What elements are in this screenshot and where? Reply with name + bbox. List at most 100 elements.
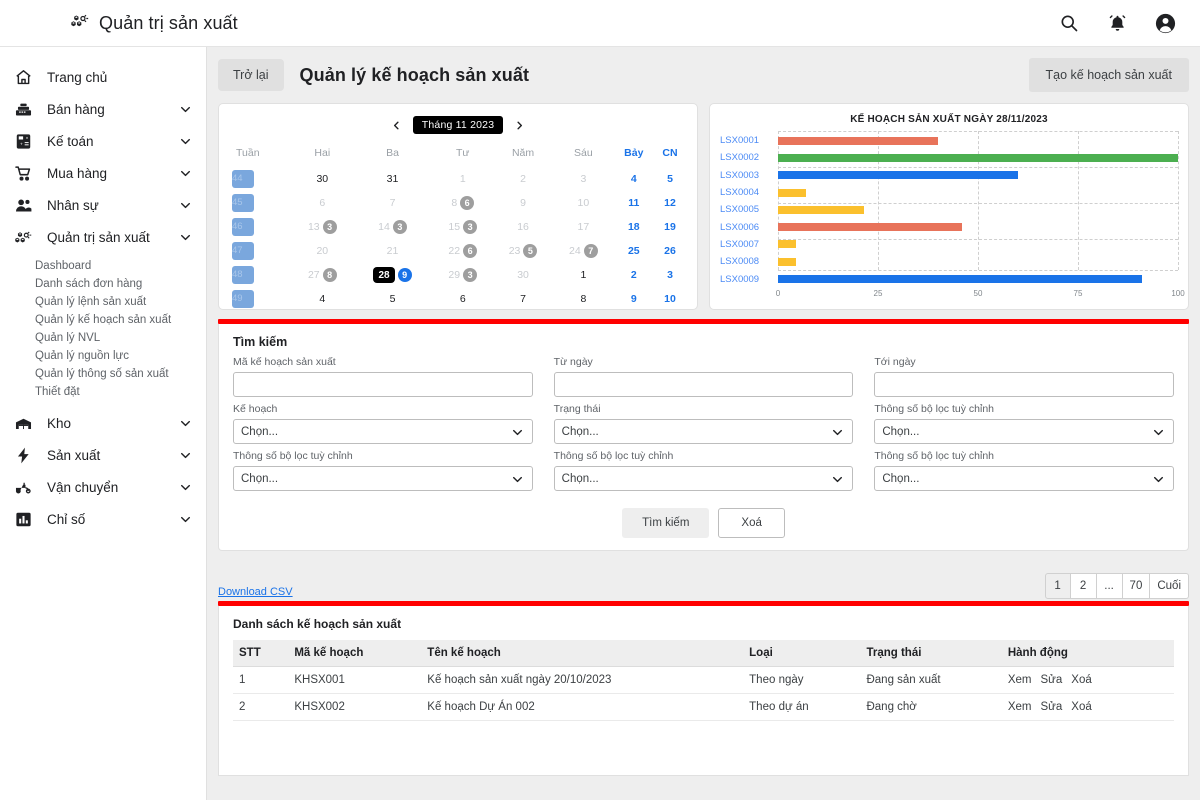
calendar-day-cell[interactable]: 5 bbox=[654, 167, 686, 191]
chevron-down-icon[interactable] bbox=[179, 417, 192, 430]
calendar-day-cell[interactable]: 2 bbox=[493, 167, 553, 191]
calendar-day-cell[interactable]: 12 bbox=[654, 191, 686, 215]
back-button[interactable]: Trở lại bbox=[218, 59, 284, 91]
sidebar-item-bán-hàng[interactable]: Bán hàng bbox=[0, 93, 206, 125]
calendar-day-cell[interactable]: 16 bbox=[493, 215, 553, 239]
sidebar-subitem-quản-lý-kế-hoạch-sản-xuất[interactable]: Quản lý kế hoạch sản xuất bbox=[0, 311, 206, 329]
sidebar-item-vận-chuyển[interactable]: Vận chuyển bbox=[0, 471, 206, 503]
calendar-day-cell[interactable]: 17 bbox=[553, 215, 613, 239]
calendar-day-cell[interactable]: 5 bbox=[352, 287, 432, 311]
chevron-down-icon[interactable] bbox=[179, 135, 192, 148]
calendar-day-cell[interactable]: 26 bbox=[654, 239, 686, 263]
pagination-page-Cuối[interactable]: Cuối bbox=[1150, 573, 1189, 599]
sidebar-subitem-quản-lý-lệnh-sản-xuất[interactable]: Quản lý lệnh sản xuất bbox=[0, 293, 206, 311]
calendar-day-cell[interactable]: 4 bbox=[292, 287, 352, 311]
custom-filter-select-4[interactable]: Chọn... bbox=[874, 466, 1175, 491]
sidebar-item-kế-toán[interactable]: × + Kế toán bbox=[0, 125, 206, 157]
sidebar-item-kho[interactable]: Kho bbox=[0, 407, 206, 439]
pagination-page-1[interactable]: 1 bbox=[1044, 573, 1071, 599]
sidebar-item-mua-hàng[interactable]: Mua hàng bbox=[0, 157, 206, 189]
create-plan-button[interactable]: Tạo kế hoạch sản xuất bbox=[1028, 58, 1189, 92]
calendar-day-cell[interactable]: 27 8 bbox=[292, 263, 352, 287]
search-clear-button[interactable]: Xoá bbox=[718, 508, 785, 538]
chevron-down-icon[interactable] bbox=[179, 103, 192, 116]
calendar-day-cell[interactable]: 30 bbox=[493, 263, 553, 287]
calendar-day-cell[interactable]: 3 bbox=[654, 263, 686, 287]
calendar-day-cell[interactable]: 3 bbox=[553, 167, 613, 191]
calendar-day-cell[interactable]: 21 bbox=[352, 239, 432, 263]
chevron-down-icon[interactable] bbox=[179, 513, 192, 526]
from-date-field[interactable] bbox=[553, 372, 854, 397]
calendar-day-cell[interactable]: 2 bbox=[614, 263, 655, 287]
plan-select[interactable]: Chọn... bbox=[233, 419, 533, 444]
row-action-xem[interactable]: Xem bbox=[1008, 701, 1032, 713]
custom-filter-select-2[interactable]: Chọn... bbox=[233, 466, 533, 491]
search-submit-button[interactable]: Tìm kiếm bbox=[622, 508, 710, 538]
calendar-day-cell[interactable]: 8 bbox=[553, 287, 613, 311]
calendar-day-cell[interactable]: 30 bbox=[292, 167, 352, 191]
row-action-xoá[interactable]: Xoá bbox=[1071, 674, 1091, 686]
calendar-day-cell[interactable]: 7 bbox=[493, 287, 553, 311]
pagination-page-70[interactable]: 70 bbox=[1122, 573, 1151, 599]
sidebar-item-trang-chủ[interactable]: Trang chủ bbox=[0, 61, 206, 93]
search-icon[interactable] bbox=[1056, 10, 1082, 36]
row-action-xoá[interactable]: Xoá bbox=[1071, 701, 1091, 713]
sidebar-subitem-thiết-đặt[interactable]: Thiết đặt bbox=[0, 383, 206, 401]
sidebar-item-nhân-sự[interactable]: Nhân sự bbox=[0, 189, 206, 221]
account-icon[interactable] bbox=[1152, 10, 1178, 36]
calendar-day-cell[interactable]: 14 3 bbox=[352, 215, 432, 239]
chevron-down-icon[interactable] bbox=[179, 167, 192, 180]
sidebar-subitem-quản-lý-nvl[interactable]: Quản lý NVL bbox=[0, 329, 206, 347]
row-action-xem[interactable]: Xem bbox=[1008, 674, 1032, 686]
sidebar-item-quản-trị-sản-xuất[interactable]: Quản trị sản xuất bbox=[0, 221, 206, 253]
calendar-day-cell[interactable]: 9 bbox=[493, 191, 553, 215]
calendar-day-cell[interactable]: 9 bbox=[614, 287, 655, 311]
calendar-day-cell[interactable]: 31 bbox=[352, 167, 432, 191]
sidebar-subitem-danh-sách-đơn-hàng[interactable]: Danh sách đơn hàng bbox=[0, 275, 206, 293]
calendar-day-cell[interactable]: 18 bbox=[614, 215, 655, 239]
pagination-page-2[interactable]: 2 bbox=[1070, 573, 1097, 599]
calendar-day-cell[interactable]: 1 bbox=[433, 167, 493, 191]
calendar-month-label[interactable]: Tháng 11 2023 bbox=[412, 116, 504, 134]
calendar-day-cell[interactable]: 6 bbox=[433, 287, 493, 311]
chevron-down-icon[interactable] bbox=[179, 481, 192, 494]
sidebar-subitem-quản-lý-nguồn-lực[interactable]: Quản lý nguồn lực bbox=[0, 347, 206, 365]
bell-icon[interactable] bbox=[1104, 10, 1130, 36]
custom-filter-select-3[interactable]: Chọn... bbox=[553, 466, 854, 491]
calendar-day-cell[interactable]: 4 bbox=[614, 167, 655, 191]
calendar-day-cell[interactable]: 29 3 bbox=[433, 263, 493, 287]
chevron-down-icon[interactable] bbox=[179, 199, 192, 212]
calendar-day-cell[interactable]: 19 bbox=[654, 215, 686, 239]
calendar-day-cell[interactable]: 15 3 bbox=[433, 215, 493, 239]
pagination-page-ellipsisellipsisellipsis[interactable]: ... bbox=[1096, 573, 1123, 599]
to-date-field[interactable] bbox=[874, 372, 1175, 397]
calendar-day-cell[interactable]: 20 bbox=[292, 239, 352, 263]
calendar-day-cell[interactable]: 1 bbox=[553, 263, 613, 287]
calendar-day-cell[interactable]: 22 6 bbox=[433, 239, 493, 263]
download-csv-link[interactable]: Download CSV bbox=[218, 586, 293, 599]
calendar-day-cell[interactable]: 13 3 bbox=[292, 215, 352, 239]
calendar-day-cell[interactable]: 86 bbox=[433, 191, 493, 215]
calendar-day-cell[interactable]: 24 7 bbox=[553, 239, 613, 263]
sidebar-subitem-quản-lý-thông-số-sản-xuất[interactable]: Quản lý thông số sản xuất bbox=[0, 365, 206, 383]
calendar-day-cell[interactable]: 6 bbox=[292, 191, 352, 215]
calendar-day-cell[interactable]: 23 5 bbox=[493, 239, 553, 263]
plan-code-field[interactable] bbox=[233, 372, 533, 397]
calendar-day-cell[interactable]: 28 9 bbox=[352, 263, 432, 287]
row-action-sửa[interactable]: Sửa bbox=[1041, 674, 1063, 686]
sidebar-item-sản-xuất[interactable]: Sản xuất bbox=[0, 439, 206, 471]
status-select[interactable]: Chọn... bbox=[553, 419, 854, 444]
calendar-day-cell[interactable]: 7 bbox=[352, 191, 432, 215]
row-action-sửa[interactable]: Sửa bbox=[1041, 701, 1063, 713]
calendar-day-cell[interactable]: 10 bbox=[654, 287, 686, 311]
sidebar-subitem-dashboard[interactable]: Dashboard bbox=[0, 257, 206, 275]
custom-filter-select-1[interactable]: Chọn... bbox=[874, 419, 1175, 444]
chevron-down-icon[interactable] bbox=[179, 449, 192, 462]
chevron-right-icon[interactable] bbox=[513, 119, 526, 132]
calendar-day-cell[interactable]: 10 bbox=[553, 191, 613, 215]
chevron-down-icon[interactable] bbox=[179, 231, 192, 244]
sidebar-item-chỉ-số[interactable]: Chỉ số bbox=[0, 503, 206, 535]
chevron-left-icon[interactable] bbox=[390, 119, 403, 132]
calendar-day-cell[interactable]: 11 bbox=[614, 191, 655, 215]
calendar-day-cell[interactable]: 25 bbox=[614, 239, 655, 263]
